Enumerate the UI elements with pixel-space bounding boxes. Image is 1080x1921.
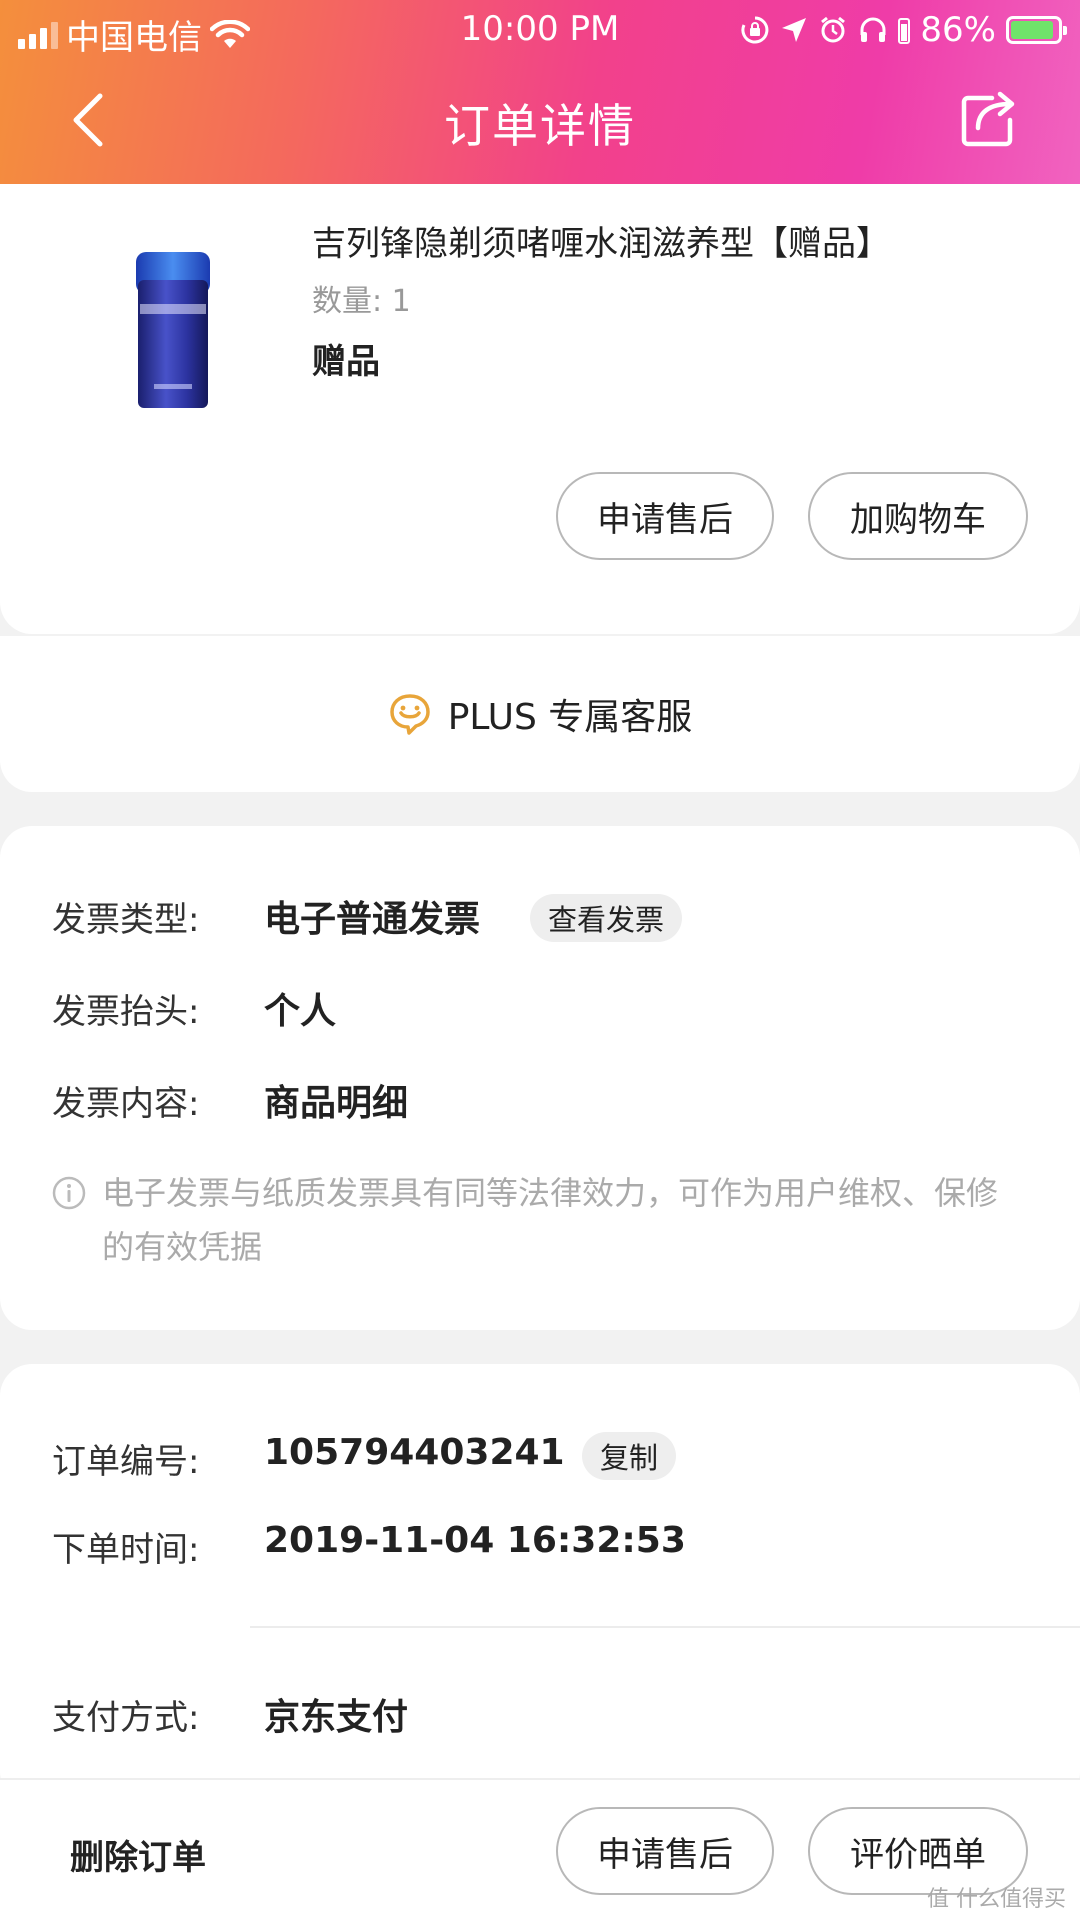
invoice-content-label: 发票内容:: [52, 1084, 200, 1124]
delete-order-button[interactable]: 删除订单: [70, 1830, 206, 1879]
watermark: 值 什么值得买: [927, 1881, 1066, 1913]
page-title: 订单详情: [444, 99, 636, 153]
product-tag: 赠品: [312, 342, 380, 382]
service-card[interactable]: PLUS 专属客服: [0, 636, 1080, 792]
nav-bar: 订单详情: [0, 80, 1080, 160]
invoice-content-value: 商品明细: [264, 1083, 409, 1124]
battery-icon: [1006, 16, 1067, 44]
product-quantity: 数量: 1: [312, 284, 411, 319]
info-icon: [52, 1176, 86, 1210]
invoice-title-label: 发票抬头:: [52, 992, 200, 1032]
headphones-icon: [860, 17, 886, 42]
product-card: 吉列锋隐剃须啫喱水润滋养型【赠品】 数量: 1 赠品 申请售后 加购物车: [0, 184, 1080, 634]
view-invoice-button[interactable]: 查看发票: [530, 894, 683, 942]
battery-percent: 86%: [920, 10, 996, 50]
order-divider: [250, 1626, 1080, 1628]
invoice-title-value: 个人: [264, 991, 337, 1032]
header: 中国电信 10:00 PM 86% 订单详情: [0, 0, 1080, 184]
chat-bubble-icon: [389, 694, 430, 735]
order-number-label: 订单编号:: [52, 1442, 200, 1482]
bottom-action-bar: 删除订单 申请售后 评价晒单 值 什么值得买: [0, 1778, 1080, 1921]
order-time-value: 2019-11-04 16:32:53: [264, 1520, 686, 1561]
order-number-value: 105794403241: [264, 1432, 565, 1473]
payment-method-value: 京东支付: [264, 1697, 409, 1738]
invoice-note: 电子发票与纸质发票具有同等法律效力，可作为用户维权、保修的有效凭据: [52, 1166, 1012, 1274]
order-info-card: 订单编号: 105794403241 复制 下单时间: 2019-11-04 1…: [0, 1364, 1080, 1804]
copy-order-number-button[interactable]: 复制: [582, 1432, 677, 1480]
status-right: 86%: [740, 10, 1067, 50]
invoice-type-value: 电子普通发票: [264, 899, 481, 940]
invoice-card: 发票类型: 电子普通发票 查看发票 发票抬头: 个人 发票内容: 商品明细 电子…: [0, 826, 1080, 1330]
watermark-text: 值 什么值得买: [927, 1887, 1066, 1912]
plus-service-link[interactable]: PLUS 专属客服: [0, 636, 1080, 792]
bottom-after-sale-button[interactable]: 申请售后: [556, 1807, 774, 1895]
location-icon: [782, 18, 807, 42]
order-time-label: 下单时间:: [52, 1530, 200, 1570]
rotation-lock-icon: [741, 16, 769, 44]
product-image[interactable]: [128, 244, 218, 414]
payment-method-label: 支付方式:: [52, 1698, 200, 1738]
invoice-note-text: 电子发票与纸质发票具有同等法律效力，可作为用户维权、保修的有效凭据: [102, 1174, 999, 1266]
alarm-icon: [821, 16, 846, 43]
add-to-cart-button[interactable]: 加购物车: [808, 472, 1028, 560]
product-name[interactable]: 吉列锋隐剃须啫喱水润滋养型【赠品】: [312, 216, 890, 265]
plus-service-label: PLUS 专属客服: [447, 697, 693, 738]
product-after-sale-button[interactable]: 申请售后: [556, 472, 774, 560]
invoice-type-label: 发票类型:: [52, 900, 200, 940]
status-bar: 中国电信 10:00 PM 86%: [0, 0, 1080, 58]
battery-small-icon: [898, 18, 911, 44]
share-icon[interactable]: [956, 86, 1022, 152]
